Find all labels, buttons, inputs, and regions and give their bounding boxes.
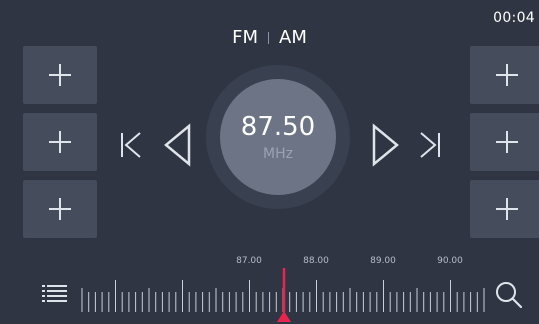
plus-icon [496, 64, 518, 86]
seek-down-button[interactable] [162, 122, 192, 172]
frequency-unit: MHz [263, 146, 293, 162]
preset-button-1[interactable] [23, 46, 97, 104]
preset-button-4[interactable] [470, 46, 539, 104]
band-selector: FM AM [0, 27, 539, 48]
seek-left-icon [164, 123, 191, 167]
band-divider [268, 31, 270, 44]
seek-right-icon [372, 123, 399, 167]
scale-label: 89.00 [370, 256, 396, 266]
tuning-scale[interactable] [80, 268, 488, 322]
preset-button-3[interactable] [23, 180, 97, 238]
plus-icon [49, 64, 71, 86]
plus-icon [496, 131, 518, 153]
search-icon [496, 282, 523, 309]
tuner-dial-center: 87.50 MHz [220, 79, 336, 195]
next-station-button[interactable] [418, 128, 442, 166]
preset-button-5[interactable] [470, 113, 539, 171]
seek-up-button[interactable] [371, 122, 401, 172]
frequency-scale-labels: 87.00 88.00 89.00 90.00 [0, 256, 539, 268]
skip-previous-icon [121, 132, 141, 158]
tuning-ruler [81, 268, 485, 322]
preset-button-2[interactable] [23, 113, 97, 171]
station-list-button[interactable] [42, 283, 68, 309]
fm-tab[interactable]: FM [232, 27, 258, 48]
am-tab[interactable]: AM [279, 27, 307, 48]
plus-icon [49, 131, 71, 153]
scale-label: 87.00 [236, 256, 262, 266]
previous-station-button[interactable] [119, 128, 143, 166]
tuner-dial[interactable]: 87.50 MHz [206, 65, 350, 209]
scale-label: 90.00 [437, 256, 463, 266]
scale-label: 88.00 [303, 256, 329, 266]
search-button[interactable] [494, 280, 524, 314]
tuning-indicator-arrow [277, 311, 291, 322]
list-icon [42, 285, 67, 302]
plus-icon [49, 198, 71, 220]
skip-next-icon [420, 132, 440, 158]
preset-button-6[interactable] [470, 180, 539, 238]
clock: 00:04 [493, 10, 535, 26]
plus-icon [496, 198, 518, 220]
frequency-value: 87.50 [240, 112, 316, 142]
